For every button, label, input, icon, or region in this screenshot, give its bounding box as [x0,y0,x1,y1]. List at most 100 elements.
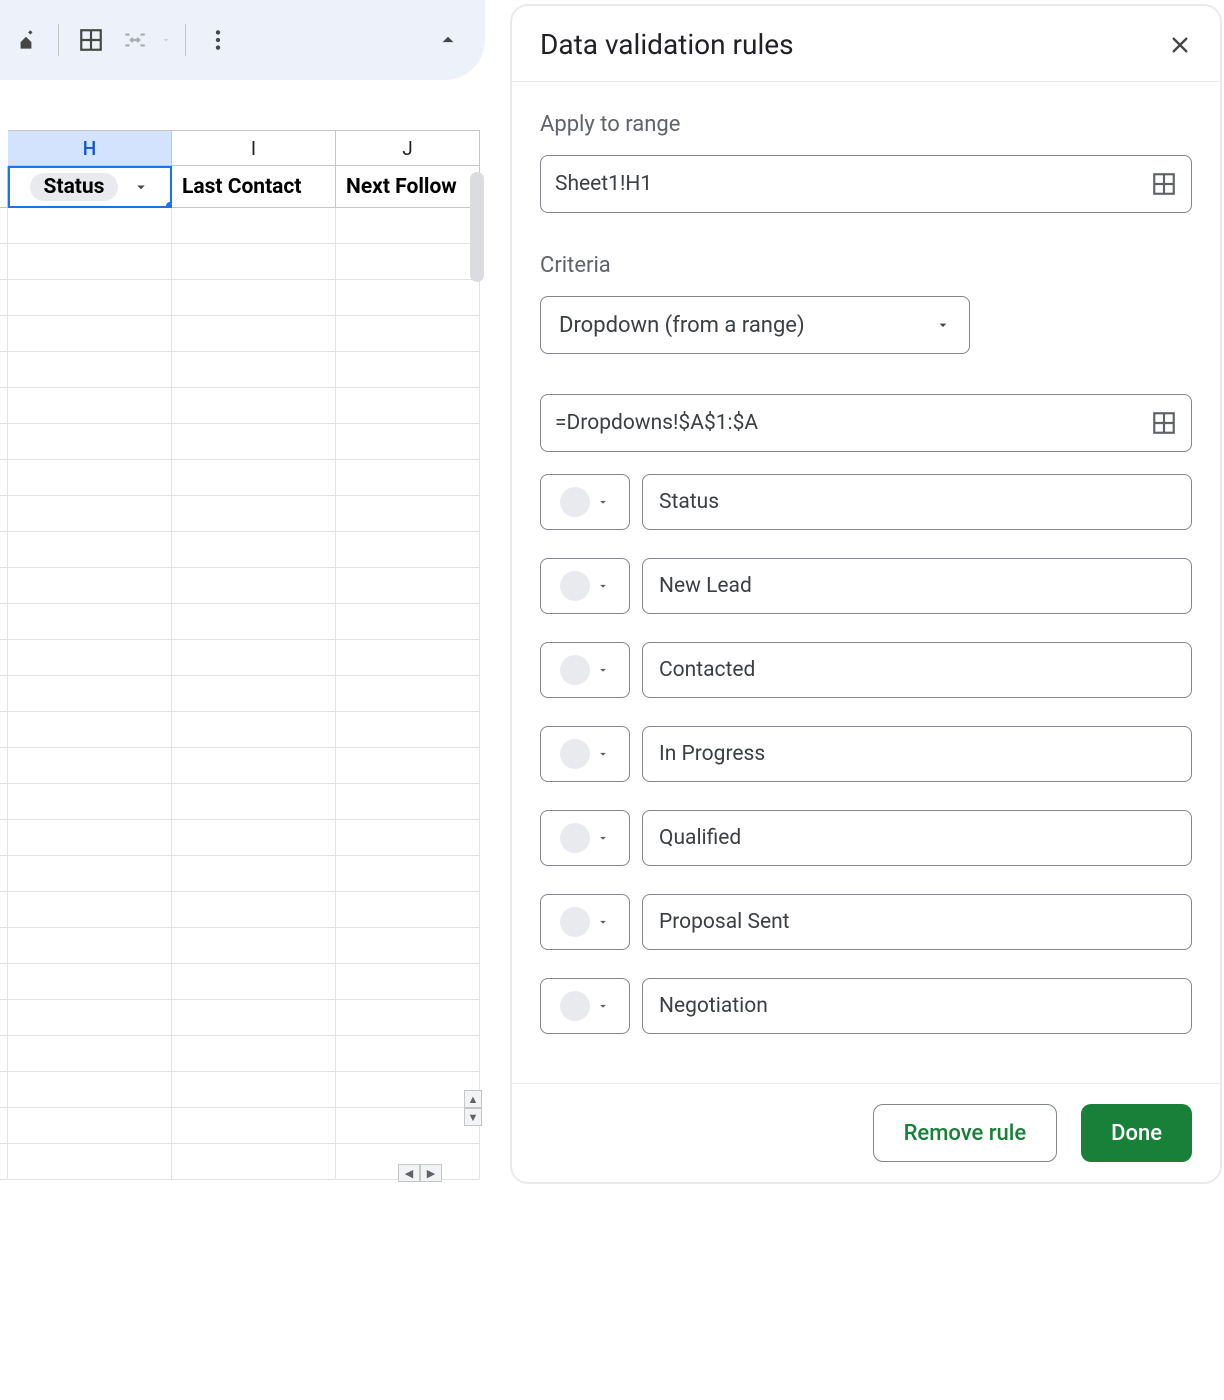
grid-row[interactable] [0,1108,485,1144]
scroll-up-icon[interactable]: ▲ [464,1090,482,1108]
remove-rule-button[interactable]: Remove rule [873,1104,1058,1162]
toolbar-divider [58,24,59,56]
source-range-input[interactable]: =Dropdowns!$A$1:$A [540,394,1192,452]
grid-row[interactable] [0,460,485,496]
panel-title: Data validation rules [540,28,794,61]
panel-body: Apply to range Sheet1!H1 Criteria Dropdo… [512,82,1220,1083]
dropdown-value-row: Proposal Sent [540,894,1192,950]
grid-row[interactable] [0,640,485,676]
more-vert-icon[interactable] [196,18,240,62]
color-select[interactable] [540,558,630,614]
dropdown-value-input[interactable]: Negotiation [642,978,1192,1034]
borders-icon[interactable] [69,18,113,62]
column-header-row: H I J [0,130,485,166]
grid-row[interactable] [0,892,485,928]
select-range-icon[interactable] [1151,171,1177,197]
horizontal-scroll-arrows[interactable]: ◀ ▶ [398,1164,442,1182]
grid-row[interactable] [0,352,485,388]
grid-row[interactable] [0,676,485,712]
grid-row[interactable] [0,424,485,460]
grid-row[interactable] [0,604,485,640]
grid-row[interactable] [0,388,485,424]
grid-row[interactable] [0,748,485,784]
column-header-h[interactable]: H [8,130,172,166]
color-select[interactable] [540,642,630,698]
color-swatch [560,823,590,853]
dropdown-value-input[interactable]: Contacted [642,642,1192,698]
dropdown-value-input[interactable]: Status [642,474,1192,530]
apply-to-range-label: Apply to range [540,112,1192,137]
cell-i1[interactable]: Last Contact [172,166,336,208]
grid-row[interactable] [0,928,485,964]
source-range-value: =Dropdowns!$A$1:$A [555,411,758,435]
grid-row[interactable] [0,532,485,568]
apply-to-range-input[interactable]: Sheet1!H1 [540,155,1192,213]
grid-row[interactable] [0,244,485,280]
color-select[interactable] [540,810,630,866]
cell-j1[interactable]: Next Follow [336,166,480,208]
grid-row[interactable] [0,280,485,316]
grid-row[interactable] [0,568,485,604]
criteria-select[interactable]: Dropdown (from a range) [540,296,970,354]
scroll-left-icon[interactable]: ◀ [398,1164,420,1182]
dropdown-value-input[interactable]: Qualified [642,810,1192,866]
vertical-scroll-arrows[interactable]: ▲ ▼ [464,1090,482,1126]
color-select[interactable] [540,726,630,782]
color-swatch [560,571,590,601]
vertical-scrollbar[interactable] [470,172,484,282]
spreadsheet-area: H I J Status Last Contact Next Follow //… [0,130,485,1190]
panel-header: Data validation rules [512,6,1220,82]
grid-row[interactable] [0,856,485,892]
color-select[interactable] [540,894,630,950]
toolbar [0,0,485,80]
grid-row[interactable] [0,784,485,820]
chevron-down-icon [596,495,610,509]
dropdown-value-row: New Lead [540,558,1192,614]
dropdown-value-row: Contacted [540,642,1192,698]
merge-dropdown-icon [157,34,175,46]
color-swatch [560,991,590,1021]
grid-row[interactable] [0,208,485,244]
grid-row[interactable] [0,964,485,1000]
column-header-j[interactable]: J [336,130,480,166]
grid-row[interactable] [0,820,485,856]
grid-body[interactable] [0,208,485,1180]
dropdown-value-input[interactable]: Proposal Sent [642,894,1192,950]
scroll-right-icon[interactable]: ▶ [420,1164,442,1182]
data-validation-panel: Data validation rules Apply to range She… [510,4,1222,1184]
color-swatch [560,907,590,937]
select-range-icon[interactable] [1151,410,1177,436]
toolbar-divider [185,24,186,56]
dropdown-arrow-icon[interactable] [132,178,150,196]
color-swatch [560,487,590,517]
grid-row[interactable] [0,496,485,532]
grid-row[interactable] [0,316,485,352]
chevron-down-icon [596,579,610,593]
dropdown-value-row: Negotiation [540,978,1192,1034]
color-swatch [560,739,590,769]
close-icon[interactable] [1168,33,1192,57]
cell-h1[interactable]: Status [8,166,172,208]
criteria-value: Dropdown (from a range) [559,313,805,338]
paint-format-icon[interactable] [4,18,48,62]
selection-handle[interactable] [164,200,172,208]
grid-row[interactable] [0,1036,485,1072]
done-button[interactable]: Done [1081,1104,1192,1162]
dropdown-value-row: In Progress [540,726,1192,782]
color-select[interactable] [540,978,630,1034]
dropdown-value-input[interactable]: In Progress [642,726,1192,782]
column-header-i[interactable]: I [172,130,336,166]
panel-footer: Remove rule Done [512,1083,1220,1182]
merge-cells-icon [113,18,157,62]
collapse-toolbar-icon[interactable] [435,27,461,53]
dropdown-value-row: Qualified [540,810,1192,866]
header-row: Status Last Contact Next Follow [0,166,485,208]
dropdown-value-input[interactable]: New Lead [642,558,1192,614]
color-select[interactable] [540,474,630,530]
grid-row[interactable] [0,1072,485,1108]
grid-row[interactable] [0,1000,485,1036]
criteria-label: Criteria [540,253,1192,278]
scroll-down-icon[interactable]: ▼ [464,1108,482,1126]
chevron-down-icon [596,663,610,677]
grid-row[interactable] [0,712,485,748]
